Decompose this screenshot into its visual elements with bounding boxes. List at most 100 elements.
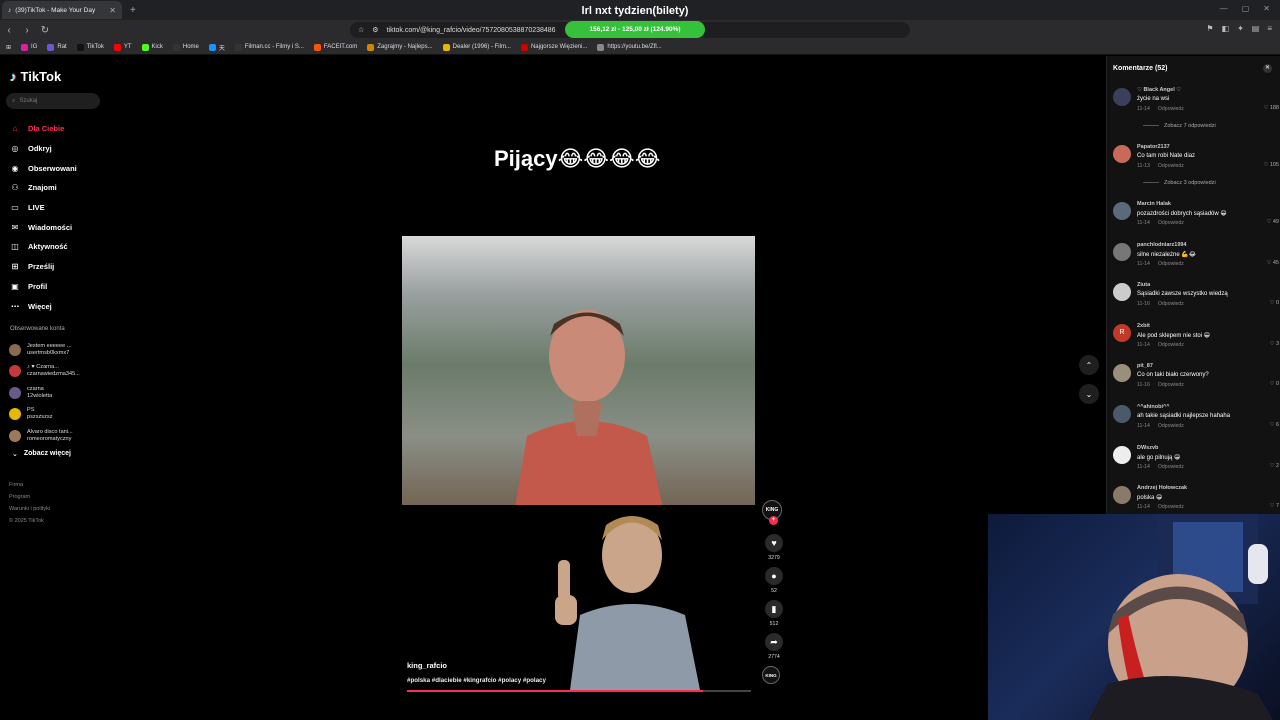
- save-action[interactable]: ▮ 512: [762, 600, 786, 627]
- comment-user[interactable]: ^^ahinobi^^: [1137, 404, 1169, 410]
- avatar[interactable]: R: [1113, 323, 1131, 342]
- followed-account[interactable]: PS pszszszsz: [9, 404, 104, 426]
- followed-account[interactable]: Alvaro disco tani... romeoromatyczny: [9, 425, 104, 447]
- footer-link[interactable]: Program: [9, 491, 50, 503]
- video-progress-bar[interactable]: [407, 690, 751, 692]
- comment-like-button[interactable]: ♡ 2: [1269, 463, 1279, 469]
- avatar[interactable]: [1113, 242, 1131, 261]
- bookmark-icon[interactable]: ▮: [765, 600, 783, 618]
- bookmark-item[interactable]: Filman.cc - Filmy i S...: [234, 43, 304, 51]
- bookmark-item[interactable]: 天: [208, 43, 225, 52]
- sidebar-item-friends[interactable]: ⚇ Znajomi: [10, 178, 105, 198]
- comment-user[interactable]: Marcin Halak: [1137, 201, 1171, 207]
- bookmark-item[interactable]: https://youtu.be/Zfl...: [597, 43, 662, 51]
- video-frame-top[interactable]: [402, 236, 755, 522]
- video-hashtags[interactable]: #polska #dlaciebie #kingrafcio #polacy #…: [407, 677, 546, 684]
- view-replies-button[interactable]: Zobacz 3 odpowiedzi: [1143, 180, 1216, 186]
- comment-user[interactable]: pit_87: [1137, 363, 1153, 369]
- view-replies-button[interactable]: Zobacz 7 odpowiedzi: [1143, 123, 1216, 129]
- reply-button[interactable]: Odpowiedz: [1158, 261, 1184, 267]
- avatar[interactable]: [1113, 486, 1131, 505]
- avatar[interactable]: [1113, 88, 1131, 106]
- reply-button[interactable]: Odpowiedz: [1158, 301, 1184, 307]
- followed-account[interactable]: czarna 12wioletta: [9, 382, 104, 404]
- comment-like-button[interactable]: ♡ 105: [1263, 162, 1279, 168]
- sidebar-item-more[interactable]: ⋯ Więcej: [10, 296, 105, 316]
- reply-button[interactable]: Odpowiedz: [1158, 106, 1184, 112]
- bookmark-star-icon[interactable]: ☆: [358, 26, 364, 34]
- comment-user[interactable]: Papator2137: [1137, 144, 1170, 150]
- see-more-button[interactable]: ⌄ Zobacz więcej: [12, 450, 71, 458]
- comment-user[interactable]: Ziuta: [1137, 282, 1150, 288]
- comment-user[interactable]: Andrzej Hołowczak: [1137, 485, 1187, 491]
- page-info-icon[interactable]: ⚙: [372, 26, 378, 34]
- sidebar-item-live[interactable]: ▭ LIVE: [10, 198, 105, 218]
- video-frame-bottom[interactable]: [402, 505, 755, 690]
- music-disc-icon[interactable]: KING: [762, 666, 780, 684]
- new-tab-icon[interactable]: +: [130, 5, 136, 16]
- close-tab-icon[interactable]: ✕: [109, 6, 116, 15]
- back-icon[interactable]: ‹: [0, 25, 18, 36]
- reply-button[interactable]: Odpowiedz: [1158, 464, 1184, 470]
- reply-button[interactable]: Odpowiedz: [1158, 220, 1184, 226]
- avatar[interactable]: [1113, 283, 1131, 302]
- comment-like-button[interactable]: ♡ 6: [1269, 422, 1279, 428]
- bookmark-item[interactable]: Najgorsze Więzieni...: [520, 43, 587, 51]
- avatar[interactable]: [1113, 364, 1131, 383]
- reload-icon[interactable]: ↻: [36, 25, 54, 36]
- forward-icon[interactable]: ›: [18, 25, 36, 36]
- comment-user[interactable]: DWszvb: [1137, 445, 1158, 451]
- tiktok-logo[interactable]: ♪ TikTok: [10, 69, 61, 84]
- share-action[interactable]: ➦ 2774: [762, 633, 786, 660]
- reply-button[interactable]: Odpowiedz: [1158, 382, 1184, 388]
- bookmark-item[interactable]: FACEIT.com: [313, 43, 357, 51]
- bookmark-item[interactable]: YT: [113, 43, 132, 51]
- bookmark-item[interactable]: IG: [21, 43, 37, 51]
- creator-avatar[interactable]: KING +: [762, 500, 782, 525]
- sidebar-item-messages[interactable]: ✉ Wiadomości: [10, 217, 105, 237]
- comment-action[interactable]: ● 52: [762, 567, 786, 594]
- sidebar-toggle-icon[interactable]: ▤: [1252, 24, 1260, 33]
- extension-icon[interactable]: ⚑: [1206, 24, 1213, 33]
- footer-link[interactable]: Firma: [9, 479, 50, 491]
- sidebar-item-following[interactable]: ◉ Obserwowani: [10, 158, 105, 178]
- like-action[interactable]: ♥ 3279: [762, 534, 786, 561]
- bookmark-item[interactable]: TikTok: [76, 43, 104, 51]
- reply-button[interactable]: Odpowiedz: [1158, 423, 1184, 429]
- sidebar-item-compass[interactable]: ◎ Odkryj: [10, 139, 105, 159]
- chevron-up-icon[interactable]: ⌃: [1079, 355, 1099, 375]
- sidebar-item-upload[interactable]: ⊞ Prześlij: [10, 257, 105, 277]
- menu-icon[interactable]: ≡: [1267, 24, 1272, 33]
- reply-button[interactable]: Odpowiedz: [1158, 163, 1184, 169]
- bookmark-item[interactable]: Rat: [47, 43, 67, 51]
- maximize-icon[interactable]: ▢: [1242, 4, 1250, 13]
- reply-button[interactable]: Odpowiedz: [1158, 504, 1184, 510]
- bookmark-item[interactable]: Home: [172, 43, 199, 51]
- comment-icon[interactable]: ●: [765, 567, 783, 585]
- bookmark-item[interactable]: Dealer (1996) - Film...: [442, 43, 511, 51]
- comment-user[interactable]: panchlodniarz1994: [1137, 242, 1187, 248]
- comment-like-button[interactable]: ♡ 0: [1269, 381, 1279, 387]
- browser-tab[interactable]: ♪ (39)TikTok - Make Your Day ✕: [2, 1, 122, 19]
- avatar[interactable]: [1113, 404, 1131, 423]
- video-author[interactable]: king_rafcio: [407, 661, 447, 670]
- share-icon[interactable]: ➦: [765, 633, 783, 651]
- comment-user[interactable]: ♡ Black Angel ♡: [1137, 87, 1181, 93]
- heart-icon[interactable]: ♥: [765, 534, 783, 552]
- comment-like-button[interactable]: ♡ 45: [1266, 260, 1279, 266]
- close-icon[interactable]: ✕: [1263, 64, 1272, 73]
- sidebar-item-profile[interactable]: ▣ Profil: [10, 277, 105, 297]
- search-input[interactable]: ⌕ Szukaj: [6, 93, 100, 109]
- follow-plus-icon[interactable]: +: [769, 516, 778, 525]
- sidebar-item-activity[interactable]: ◫ Aktywność: [10, 237, 105, 257]
- close-window-icon[interactable]: ✕: [1263, 4, 1270, 13]
- comment-user[interactable]: 2xbit: [1137, 323, 1150, 329]
- extension-icon[interactable]: ◧: [1222, 24, 1230, 33]
- followed-account[interactable]: Jestem eeeeee ... usertmsb0kxmx7: [9, 339, 104, 361]
- followed-account[interactable]: ♪ ♥ Czarna... czarnawiedzma345...: [9, 361, 104, 383]
- extension-icon[interactable]: ✦: [1237, 24, 1244, 33]
- apps-grid-icon[interactable]: ⊞: [6, 44, 11, 51]
- sidebar-item-home[interactable]: ⌂ Dla Ciebie: [10, 119, 105, 139]
- minimize-icon[interactable]: —: [1220, 4, 1228, 13]
- comment-like-button[interactable]: ♡ 188: [1263, 105, 1279, 111]
